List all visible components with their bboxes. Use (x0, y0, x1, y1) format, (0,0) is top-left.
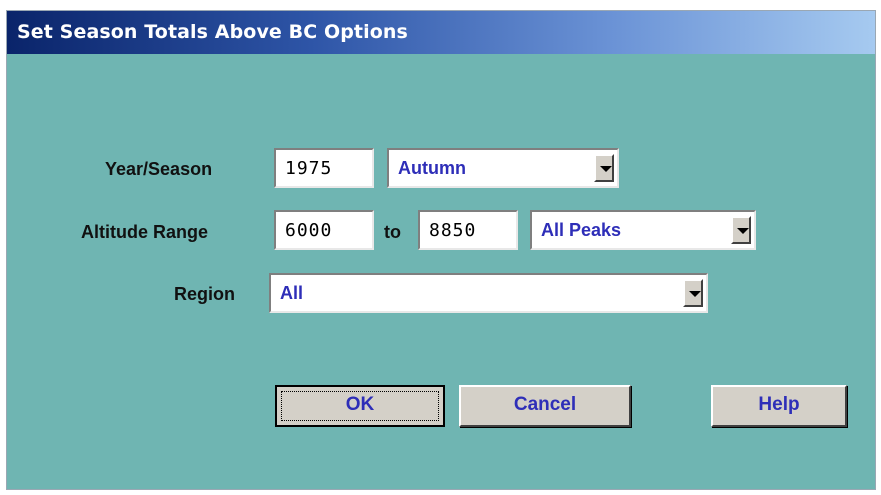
help-button-label: Help (758, 394, 800, 415)
ok-button-label: OK (345, 394, 375, 415)
peaks-selected-value: All Peaks (541, 220, 622, 240)
chevron-down-icon (600, 166, 612, 172)
year-field[interactable]: 1975 (274, 148, 374, 188)
altitude-from-field[interactable]: 6000 (274, 210, 374, 250)
title-bar[interactable]: Set Season Totals Above BC Options (7, 11, 875, 54)
season-selected-value: Autumn (398, 158, 466, 178)
options-dialog: Set Season Totals Above BC Options Year/… (6, 10, 876, 490)
peaks-dropdown-button[interactable] (731, 216, 751, 244)
peaks-dropdown[interactable]: All Peaks (530, 210, 756, 250)
cancel-button-label: Cancel (513, 394, 577, 415)
to-label: to (384, 222, 401, 242)
dialog-title: Set Season Totals Above BC Options (17, 21, 408, 43)
region-dropdown[interactable]: All (269, 273, 708, 313)
altitude-range-label: Altitude Range (81, 222, 209, 242)
region-label: Region (174, 284, 235, 304)
ok-button[interactable]: OK (275, 385, 445, 427)
season-dropdown-button[interactable] (594, 154, 614, 182)
altitude-to-field[interactable]: 8850 (418, 210, 518, 250)
region-dropdown-button[interactable] (683, 279, 703, 307)
chevron-down-icon (689, 291, 701, 297)
region-selected-value: All (280, 283, 304, 303)
chevron-down-icon (737, 228, 749, 234)
year-season-label: Year/Season (105, 159, 213, 179)
help-button[interactable]: Help (711, 385, 847, 427)
cancel-button[interactable]: Cancel (459, 385, 631, 427)
season-dropdown[interactable]: Autumn (387, 148, 619, 188)
